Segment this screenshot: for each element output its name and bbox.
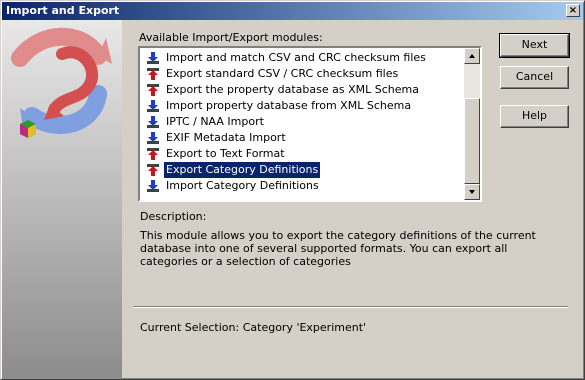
vertical-scrollbar[interactable] [464,48,480,200]
module-item-label: Export the property database as XML Sche… [166,83,419,96]
cancel-button[interactable]: Cancel [500,66,569,89]
import-export-dialog: Import and Export × Available Import/Exp… [0,0,585,380]
module-item-label: Import and match CSV and CRC checksum fi… [166,51,426,64]
import-arrow-icon [147,116,159,128]
description-label: Description: [140,210,207,223]
import-export-logo [11,27,112,138]
module-item[interactable]: Export standard CSV / CRC checksum files [142,66,464,82]
module-item-label: EXIF Metadata Import [166,131,286,144]
window-title: Import and Export [6,4,120,17]
arrow-up-icon [469,54,475,58]
module-item[interactable]: Import property database from XML Schema [142,98,464,114]
scroll-down-button[interactable] [464,184,480,200]
module-item-label: Import Category Definitions [166,179,319,192]
module-item[interactable]: Export Category Definitions [142,162,464,178]
arrow-down-icon [469,190,475,194]
module-item[interactable]: Import and match CSV and CRC checksum fi… [142,50,464,66]
import-arrow-icon [147,180,159,192]
close-button[interactable]: × [566,4,580,17]
module-item-label: IPTC / NAA Import [166,115,264,128]
export-arrow-icon [147,68,159,80]
description-text: This module allows you to export the cat… [140,229,536,268]
module-item[interactable]: Export to Text Format [142,146,464,162]
current-selection: Current Selection: Category 'Experiment' [140,321,367,334]
module-item-label: Export Category Definitions [164,162,321,178]
title-bar[interactable]: Import and Export × [2,2,583,20]
export-arrow-icon [147,84,159,96]
modules-list: Import and match CSV and CRC checksum fi… [142,50,464,194]
wizard-banner [2,20,122,379]
module-item-label: Export standard CSV / CRC checksum files [166,67,399,80]
module-item[interactable]: IPTC / NAA Import [142,114,464,130]
separator [133,306,568,308]
module-item-label: Export to Text Format [166,147,285,160]
export-arrow-icon [147,164,159,176]
import-arrow-icon [147,132,159,144]
scroll-thumb[interactable] [464,98,480,184]
scroll-up-button[interactable] [464,48,480,64]
modules-label: Available Import/Export modules: [139,31,323,44]
import-arrow-icon [147,100,159,112]
help-button[interactable]: Help [500,105,569,128]
module-item[interactable]: EXIF Metadata Import [142,130,464,146]
module-item[interactable]: Import Category Definitions [142,178,464,194]
modules-listbox[interactable]: Import and match CSV and CRC checksum fi… [138,46,482,202]
import-arrow-icon [147,52,159,64]
export-arrow-icon [147,148,159,160]
next-button[interactable]: Next [499,33,570,58]
module-item[interactable]: Export the property database as XML Sche… [142,82,464,98]
module-item-label: Import property database from XML Schema [166,99,412,112]
